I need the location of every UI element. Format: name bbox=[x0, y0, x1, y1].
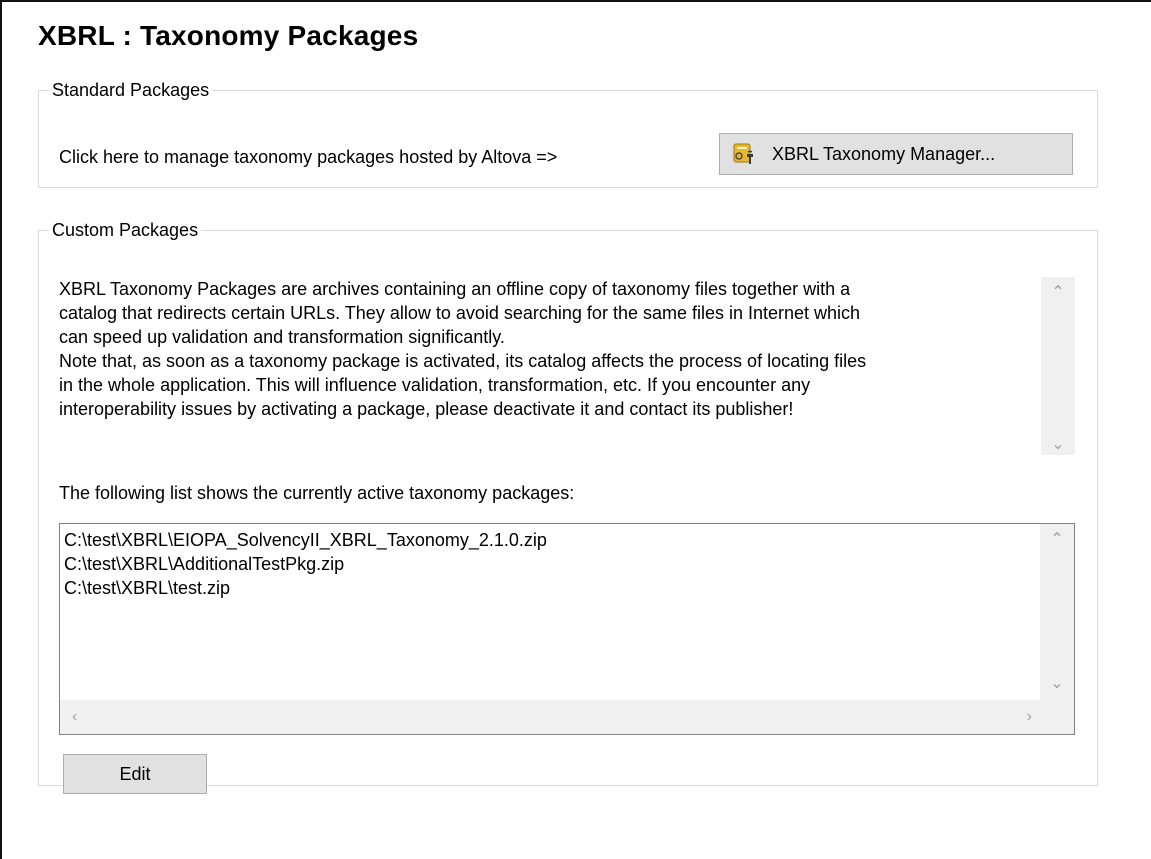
edit-button[interactable]: Edit bbox=[63, 754, 207, 794]
taxonomy-manager-button[interactable]: XBRL Taxonomy Manager... bbox=[719, 133, 1073, 175]
taxonomy-packages-panel: XBRL : Taxonomy Packages Standard Packag… bbox=[0, 0, 1151, 859]
scroll-right-icon[interactable]: › bbox=[1027, 707, 1032, 727]
custom-packages-legend: Custom Packages bbox=[52, 220, 199, 240]
active-packages-label: The following list shows the currently a… bbox=[59, 483, 575, 503]
description-box: XBRL Taxonomy Packages are archives cont… bbox=[59, 277, 1075, 463]
standard-packages-legend: Standard Packages bbox=[52, 80, 210, 100]
custom-packages-group: Custom Packages XBRL Taxonomy Packages a… bbox=[38, 220, 1098, 794]
description-scrollbar[interactable]: ⌃ ⌄ bbox=[1041, 277, 1075, 455]
active-packages-list[interactable]: C:\test\XBRL\EIOPA_SolvencyII_XBRL_Taxon… bbox=[59, 523, 1075, 735]
package-list-items: C:\test\XBRL\EIOPA_SolvencyII_XBRL_Taxon… bbox=[64, 528, 547, 600]
list-item[interactable]: C:\test\XBRL\test.zip bbox=[64, 576, 547, 600]
taxonomy-manager-icon bbox=[732, 142, 758, 166]
scroll-down-icon[interactable]: ⌄ bbox=[1040, 674, 1074, 694]
scroll-up-icon[interactable]: ⌃ bbox=[1040, 530, 1074, 550]
list-item[interactable]: C:\test\XBRL\EIOPA_SolvencyII_XBRL_Taxon… bbox=[64, 528, 547, 552]
scroll-left-icon[interactable]: ‹ bbox=[72, 707, 77, 727]
standard-packages-group: Standard Packages Click here to manage t… bbox=[38, 80, 1098, 188]
list-item[interactable]: C:\test\XBRL\AdditionalTestPkg.zip bbox=[64, 552, 547, 576]
taxonomy-manager-button-label: XBRL Taxonomy Manager... bbox=[772, 143, 996, 164]
scroll-up-icon[interactable]: ⌃ bbox=[1041, 283, 1075, 303]
scrollbar-corner bbox=[1040, 700, 1074, 734]
page-title: XBRL : Taxonomy Packages bbox=[38, 20, 419, 51]
scroll-down-icon[interactable]: ⌄ bbox=[1041, 435, 1075, 455]
list-vertical-scrollbar[interactable]: ⌃ ⌄ bbox=[1040, 524, 1074, 700]
list-horizontal-scrollbar[interactable]: ‹ › bbox=[60, 700, 1040, 734]
description-text: XBRL Taxonomy Packages are archives cont… bbox=[59, 279, 867, 419]
standard-packages-text: Click here to manage taxonomy packages h… bbox=[59, 147, 558, 167]
